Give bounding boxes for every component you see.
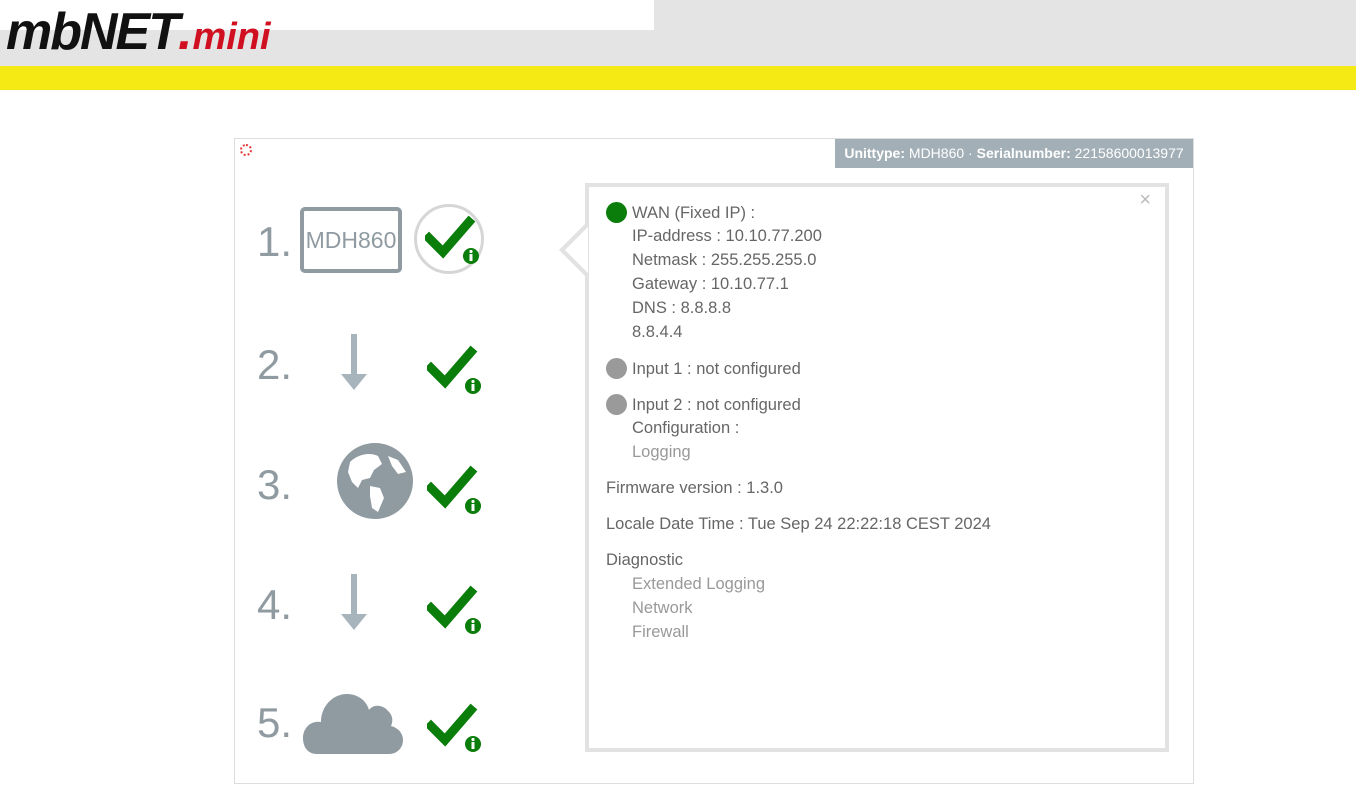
step-4-status-check-icon[interactable] (427, 584, 481, 634)
firmware-version: Firmware version : 1.3.0 (606, 479, 783, 497)
step-2-status-check-icon[interactable] (427, 344, 481, 394)
status-dot-gray-icon (606, 358, 627, 379)
step-1-device: 1. MDH860 (257, 204, 537, 309)
step-number: 5. (257, 699, 293, 746)
unit-info-bar: Unittype: MDH860 · Serialnumber: 2215860… (835, 139, 1193, 168)
globe-icon (337, 443, 413, 519)
step-1-status-check-icon[interactable] (414, 204, 484, 274)
step-number: 1. (257, 218, 293, 265)
logging-link[interactable]: Logging (632, 442, 691, 462)
diagnostic-label: Diagnostic (606, 551, 684, 569)
firewall-link[interactable]: Firewall (632, 622, 689, 642)
wan-dns-primary: DNS : 8.8.8.8 (632, 299, 732, 317)
mbnet-mini-logo[interactable]: mbNET.mini (6, 6, 271, 58)
wan-dns-secondary: 8.8.4.4 (632, 323, 683, 341)
step-3-status-check-icon[interactable] (427, 464, 481, 514)
input-2-status: Input 2 : not configured (606, 394, 801, 415)
locale-date-time: Locale Date Time : Tue Sep 24 22:22:18 C… (606, 515, 991, 533)
down-arrow-icon (341, 574, 367, 630)
step-number: 2. (257, 341, 293, 388)
popover-pointer-inner (565, 227, 588, 273)
extended-logging-link[interactable]: Extended Logging (632, 574, 765, 594)
device-box-icon[interactable]: MDH860 (300, 207, 402, 273)
wan-gateway: Gateway : 10.10.77.1 (632, 275, 789, 293)
wan-netmask: Netmask : 255.255.255.0 (632, 251, 817, 269)
step-number: 4. (257, 581, 293, 628)
step-4-transfer: 4. (257, 572, 537, 672)
wan-ip-address: IP-address : 10.10.77.200 (632, 227, 822, 245)
step-5-status-check-icon[interactable] (427, 702, 481, 752)
wan-status: WAN (Fixed IP) : (606, 202, 755, 223)
configuration-label: Configuration : (632, 419, 740, 437)
yellow-stripe (0, 66, 1356, 90)
status-dot-green-icon (606, 202, 627, 223)
input-1-status: Input 1 : not configured (606, 358, 801, 379)
step-details-popover: × WAN (Fixed IP) : IP-address : 10.10.77… (585, 183, 1169, 752)
status-dot-gray-icon (606, 394, 627, 415)
step-2-transfer: 2. (257, 332, 537, 432)
step-3-internet: 3. (257, 442, 537, 542)
network-link[interactable]: Network (632, 598, 693, 618)
cloud-icon (303, 694, 403, 754)
loading-spinner-icon (240, 144, 252, 156)
close-icon[interactable]: × (1139, 189, 1151, 212)
down-arrow-icon (341, 334, 367, 390)
step-number: 3. (257, 461, 293, 508)
step-5-cloud: 5. (257, 682, 537, 782)
